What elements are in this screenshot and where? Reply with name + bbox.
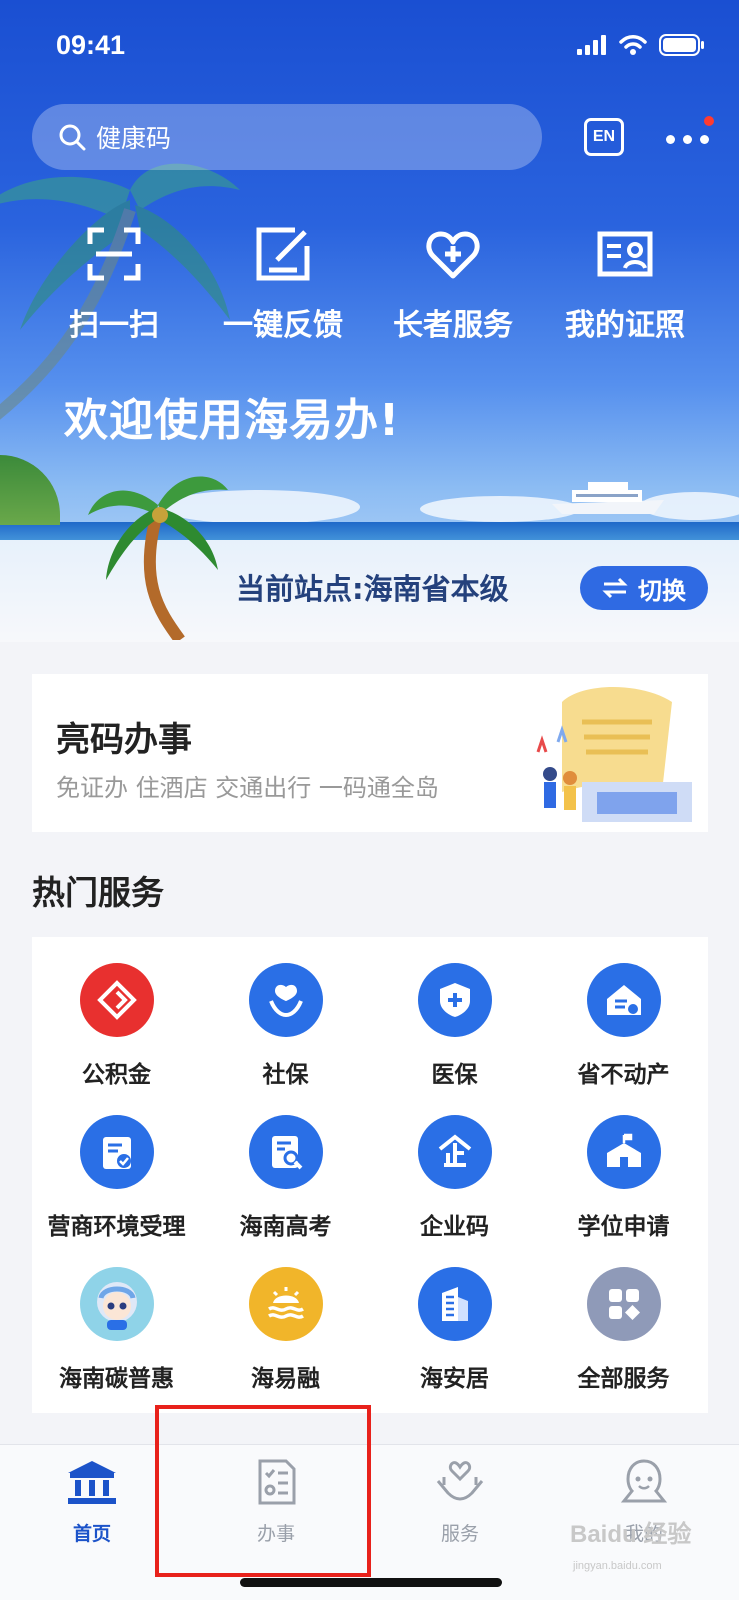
highlight-box bbox=[155, 1405, 371, 1577]
card-subtitle: 免证办 住酒店 交通出行 一码通全岛 bbox=[56, 774, 439, 802]
notification-badge bbox=[704, 116, 714, 126]
housing-icon bbox=[417, 1267, 492, 1341]
search-input[interactable]: 健康码 bbox=[32, 104, 542, 170]
id-card-icon bbox=[597, 231, 653, 277]
service-label: 海南碳普惠 bbox=[59, 1366, 174, 1392]
battery-icon bbox=[659, 34, 704, 56]
service-all[interactable]: 全部服务 bbox=[539, 1267, 708, 1393]
social-security-icon bbox=[248, 963, 323, 1037]
code-scroll-illustration bbox=[536, 687, 692, 822]
tab-label: 服务 bbox=[440, 1523, 479, 1545]
language-toggle-button[interactable]: EN bbox=[584, 118, 624, 156]
service-icon bbox=[436, 1461, 484, 1501]
exam-icon bbox=[248, 1115, 323, 1189]
service-label: 营商环境受理 bbox=[47, 1214, 186, 1240]
quick-action-scan[interactable]: 扫一扫 bbox=[29, 226, 199, 344]
scan-icon bbox=[87, 227, 141, 281]
search-placeholder: 健康码 bbox=[96, 124, 172, 153]
welcome-title: 欢迎使用海易办! bbox=[64, 395, 401, 446]
service-exam[interactable]: 海南高考 bbox=[201, 1115, 370, 1241]
school-icon bbox=[586, 1115, 661, 1189]
service-social-security[interactable]: 社保 bbox=[201, 963, 370, 1089]
service-finance[interactable]: 海易融 bbox=[201, 1267, 370, 1393]
home-icon bbox=[68, 1461, 116, 1504]
current-site-label: 当前站点:海南省本级 bbox=[236, 572, 509, 606]
service-carbon[interactable]: 海南碳普惠 bbox=[32, 1267, 201, 1393]
quick-action-feedback[interactable]: 一键反馈 bbox=[198, 226, 368, 344]
service-property[interactable]: 省不动产 bbox=[539, 963, 708, 1089]
heart-plus-icon bbox=[426, 231, 480, 279]
card-title: 亮码办事 bbox=[56, 720, 192, 760]
more-dot bbox=[700, 134, 709, 144]
business-icon bbox=[79, 1115, 154, 1189]
swap-icon bbox=[602, 577, 628, 599]
wifi-icon bbox=[619, 35, 647, 55]
carbon-avatar-icon bbox=[79, 1267, 154, 1341]
switch-site-button[interactable]: 切换 bbox=[580, 566, 708, 610]
service-school[interactable]: 学位申请 bbox=[539, 1115, 708, 1241]
service-label: 企业码 bbox=[420, 1214, 489, 1240]
more-dot bbox=[666, 134, 675, 144]
quick-action-label: 一键反馈 bbox=[223, 308, 343, 343]
more-dot bbox=[683, 134, 692, 144]
cellular-signal-icon bbox=[577, 35, 606, 55]
service-enterprise-code[interactable]: 企业码 bbox=[370, 1115, 539, 1241]
island bbox=[0, 455, 60, 525]
enterprise-code-icon bbox=[417, 1115, 492, 1189]
service-label: 学位申请 bbox=[577, 1214, 670, 1240]
tab-services[interactable]: 服务 bbox=[368, 1459, 552, 1546]
service-label: 社保 bbox=[262, 1062, 309, 1088]
service-label: 医保 bbox=[431, 1062, 478, 1088]
service-label: 公积金 bbox=[82, 1062, 151, 1088]
hot-services-title: 热门服务 bbox=[32, 873, 164, 912]
hot-services-grid: 公积金 社保 医保 省不动产 营商环境受理 海南高考 企业码 学位申请 海南碳普… bbox=[32, 937, 708, 1413]
feedback-icon bbox=[256, 227, 310, 281]
property-icon bbox=[586, 963, 661, 1037]
medical-insurance-icon bbox=[417, 963, 492, 1037]
service-label: 全部服务 bbox=[577, 1366, 670, 1392]
service-medical-insurance[interactable]: 医保 bbox=[370, 963, 539, 1089]
watermark-url: jingyan.baidu.com bbox=[573, 1560, 662, 1572]
fund-icon bbox=[79, 963, 154, 1037]
service-business[interactable]: 营商环境受理 bbox=[32, 1115, 201, 1241]
status-icons bbox=[577, 34, 705, 56]
small-palm-illustration bbox=[88, 476, 228, 640]
finance-icon bbox=[248, 1267, 323, 1341]
service-housing[interactable]: 海安居 bbox=[370, 1267, 539, 1393]
quick-action-label: 扫一扫 bbox=[69, 308, 159, 343]
service-label: 海安居 bbox=[420, 1366, 489, 1392]
show-code-card[interactable]: 亮码办事 免证办 住酒店 交通出行 一码通全岛 bbox=[32, 674, 708, 832]
profile-icon bbox=[620, 1459, 668, 1503]
status-bar: 09:41 bbox=[0, 0, 739, 90]
all-services-icon bbox=[586, 1267, 661, 1341]
switch-site-label: 切换 bbox=[638, 576, 686, 605]
cruise-ship-illustration bbox=[552, 482, 664, 514]
quick-action-elderly[interactable]: 长者服务 bbox=[368, 226, 538, 344]
home-indicator bbox=[240, 1578, 502, 1587]
quick-action-label: 我的证照 bbox=[565, 308, 685, 343]
more-menu-button[interactable] bbox=[666, 116, 714, 150]
search-icon bbox=[59, 124, 86, 151]
watermark-logo: Baidu 经验 bbox=[570, 1521, 692, 1548]
quick-action-label: 长者服务 bbox=[393, 308, 513, 343]
service-label: 海南高考 bbox=[239, 1214, 332, 1240]
service-label: 省不动产 bbox=[577, 1062, 670, 1088]
service-label: 海易融 bbox=[251, 1366, 320, 1392]
status-time: 09:41 bbox=[56, 30, 126, 60]
quick-action-certificates[interactable]: 我的证照 bbox=[540, 226, 710, 344]
service-fund[interactable]: 公积金 bbox=[32, 963, 201, 1089]
